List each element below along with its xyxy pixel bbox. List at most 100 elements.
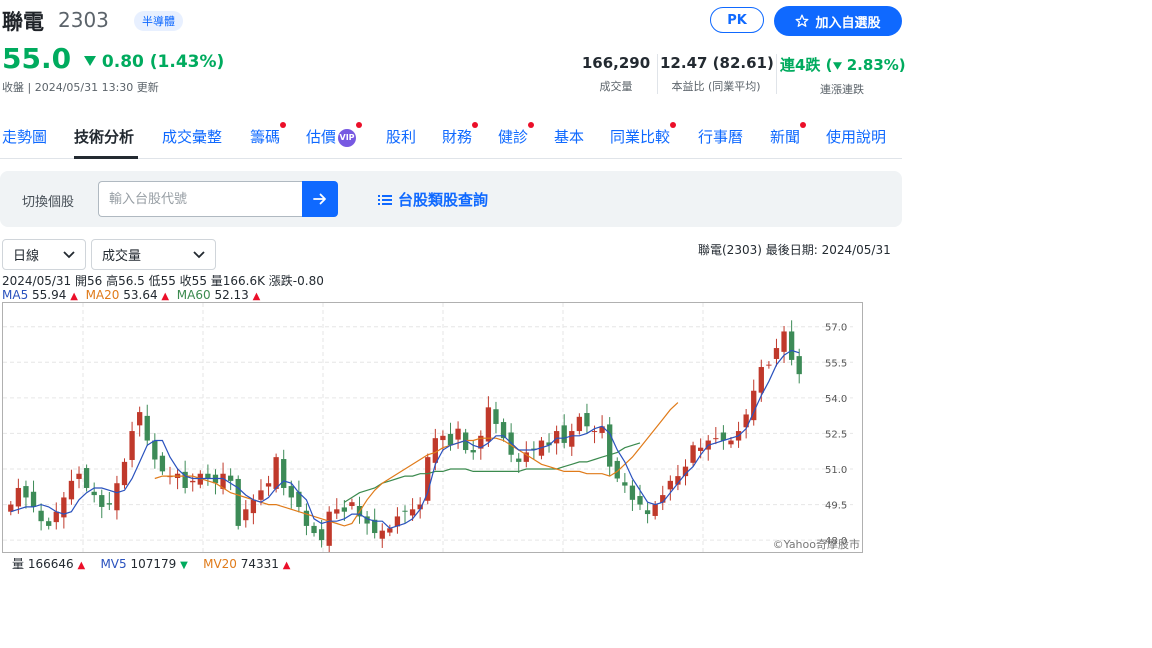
candle-body <box>144 415 150 441</box>
ma5-label: MA5 <box>2 288 29 302</box>
ma60-value: 52.13 <box>214 288 249 302</box>
candle-body <box>30 491 37 507</box>
y-tick-label: 52.5 <box>825 429 847 440</box>
industry-badge[interactable]: 半導體 <box>134 11 183 31</box>
search-label: 切換個股 <box>22 195 75 210</box>
candle-body <box>281 459 287 488</box>
candlestick-chart[interactable]: 57.0 55.5 54.0 52.5 51.0 49.5 48.0 ©Yahoo奇摩股市 <box>2 302 863 553</box>
indicator-select[interactable]: 成交量 <box>91 239 216 270</box>
candle-body <box>53 511 59 523</box>
candle-body <box>553 431 560 444</box>
tab-bar: 走勢圖 技術分析 成交彙整 籌碼 估價 VIP 股利 財務 健診 基本 同業比較 … <box>0 122 902 159</box>
candle-body <box>288 486 294 498</box>
chart-watermark: ©Yahoo奇摩股市 <box>773 537 860 551</box>
stat-streak-suffix: ) <box>898 56 906 74</box>
candle-body <box>129 431 135 460</box>
ma60-label: MA60 <box>176 288 211 302</box>
tab-help[interactable]: 使用說明 <box>826 126 886 147</box>
candle-body <box>23 486 29 498</box>
ma60-line <box>344 442 641 503</box>
tab-basic[interactable]: 基本 <box>554 126 584 147</box>
candle-body <box>137 412 143 426</box>
vip-badge: VIP <box>338 128 357 147</box>
tab-chips[interactable]: 籌碼 <box>250 122 287 147</box>
price-change: 0.80 (1.43%) <box>84 52 224 72</box>
y-tick-label: 57.0 <box>825 323 847 334</box>
stat-volume-label: 成交量 <box>599 80 633 93</box>
candle-body <box>243 509 249 521</box>
tab-news-label: 新聞 <box>770 128 801 146</box>
arrow-up-icon: ▲ <box>77 560 86 571</box>
triangle-down-icon <box>84 56 96 66</box>
candle-body <box>425 457 431 501</box>
candle-body <box>68 480 75 500</box>
stock-name: 聯電 <box>2 10 44 34</box>
candle-body <box>773 348 780 359</box>
tab-trade-summary[interactable]: 成交彙整 <box>162 126 222 147</box>
candle-body <box>485 407 492 442</box>
tab-realtime[interactable]: 走勢圖 <box>2 126 47 147</box>
volume-value: 166646 <box>27 557 74 571</box>
stat-pe-label: 本益比 (同業平均) <box>671 80 761 93</box>
price-change-value: 0.80 (1.43%) <box>101 52 225 72</box>
search-submit-button[interactable] <box>302 181 338 217</box>
tab-health[interactable]: 健診 <box>498 122 535 147</box>
ohlc-summary: 2024/05/31 開56 高56.5 低55 收55 量166.6K 漲跌-… <box>2 274 324 288</box>
period-select[interactable]: 日線 <box>2 239 86 270</box>
tab-calendar[interactable]: 行事曆 <box>698 126 743 147</box>
candle-body <box>83 468 90 488</box>
chevron-down-icon <box>63 250 75 258</box>
triangle-down-icon <box>832 62 842 70</box>
candle-body <box>311 525 317 534</box>
stat-volume-value: 166,290 <box>581 54 651 72</box>
current-price: 55.0 <box>2 42 72 75</box>
tab-news[interactable]: 新聞 <box>770 122 807 147</box>
stock-search-input[interactable] <box>98 181 302 217</box>
notification-dot <box>280 122 287 128</box>
tab-health-label: 健診 <box>498 128 529 146</box>
candle-body <box>227 475 234 481</box>
list-icon <box>378 194 392 205</box>
candle-body <box>387 528 393 533</box>
candle-body <box>379 530 385 539</box>
candle-body <box>38 510 44 522</box>
volume-label: 量 <box>12 557 25 571</box>
tab-valuation[interactable]: 估價 VIP <box>306 122 363 147</box>
tab-peer-compare[interactable]: 同業比較 <box>610 122 677 147</box>
candle-body <box>493 409 499 424</box>
mv5-value: 107179 <box>130 557 177 571</box>
candle-body <box>576 416 583 432</box>
y-tick-label: 49.5 <box>825 501 847 512</box>
period-select-value: 日線 <box>13 249 40 264</box>
y-tick-label: 51.0 <box>825 465 847 476</box>
candle-body <box>788 331 795 360</box>
candle-body <box>258 490 264 500</box>
candle-body <box>607 424 613 467</box>
stock-code: 2303 <box>58 8 109 32</box>
candle-body <box>440 435 446 441</box>
candle-body <box>159 455 166 472</box>
add-watchlist-button[interactable]: 加入自選股 <box>774 6 902 36</box>
candle-body <box>121 461 128 486</box>
chevron-down-icon <box>193 250 205 258</box>
star-icon <box>796 14 809 27</box>
tab-dividend[interactable]: 股利 <box>386 126 416 147</box>
arrow-right-icon <box>313 193 326 205</box>
candle-body <box>637 496 643 505</box>
chart-canvas[interactable]: 57.055.554.052.551.049.548.0©Yahoo奇摩股市 <box>3 303 862 552</box>
candle-body <box>46 521 52 526</box>
pk-button[interactable]: PK <box>710 7 764 33</box>
candle-body <box>152 440 158 460</box>
notification-dot <box>670 122 677 128</box>
candle-body <box>690 445 696 463</box>
notification-dot <box>356 122 363 128</box>
candle-body <box>334 509 340 514</box>
tab-technical[interactable]: 技術分析 <box>74 126 134 147</box>
candle-body <box>409 509 416 516</box>
candle-body <box>516 458 522 462</box>
category-search-link[interactable]: 台股類股查詢 <box>378 189 488 210</box>
tab-active-indicator <box>74 156 138 159</box>
candle-body <box>273 457 279 489</box>
candle-body <box>341 507 348 512</box>
tab-financial[interactable]: 財務 <box>442 122 479 147</box>
